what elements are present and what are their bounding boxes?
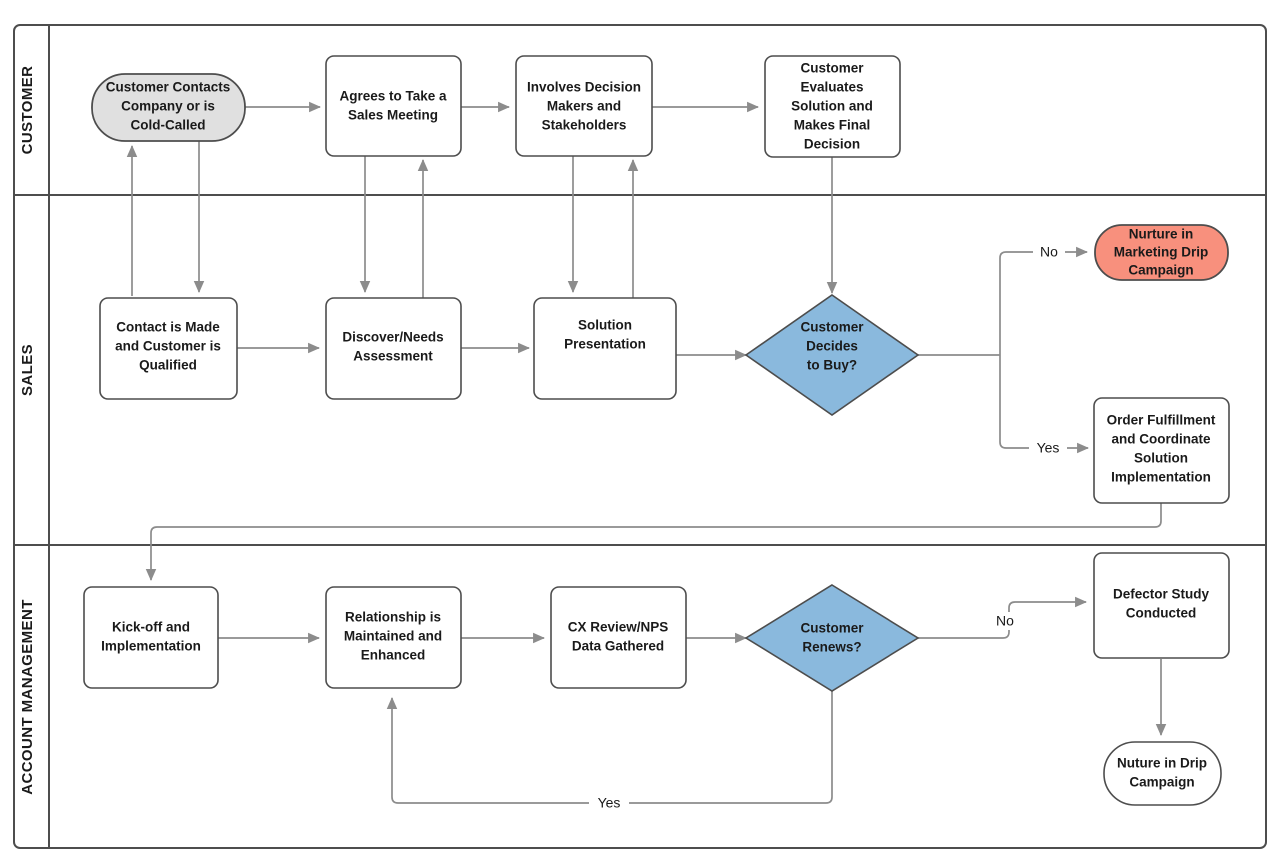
node-label-line-4: Makes Final bbox=[794, 118, 871, 133]
node-customer-evaluates-solution[interactable]: Customer Evaluates Solution and Makes Fi… bbox=[764, 55, 901, 158]
node-label-line-3: Cold-Called bbox=[130, 118, 205, 133]
node-label-line-2: and Coordinate bbox=[1111, 432, 1210, 447]
node-label-line-1: Order Fulfillment bbox=[1107, 413, 1216, 428]
swimlane-diagram-canvas: CUSTOMER SALES ACCOUNT MANAGEMENT No Yes… bbox=[13, 24, 1267, 849]
node-label-line-1: Customer Contacts bbox=[106, 80, 231, 95]
lane-label-customer: CUSTOMER bbox=[19, 66, 36, 155]
node-label-line-1: Nurture in bbox=[1129, 227, 1194, 242]
node-shape-terminal[interactable] bbox=[1103, 741, 1222, 806]
node-label-line-5: Decision bbox=[804, 137, 860, 152]
node-label-line-3: Solution bbox=[1134, 451, 1188, 466]
node-relationship-maintained-enhanced[interactable]: Relationship is Maintained and Enhanced bbox=[325, 586, 462, 689]
node-nuture-in-drip-campaign[interactable]: Nuture in Drip Campaign bbox=[1103, 741, 1222, 806]
edge-label-buy-no: No bbox=[1040, 244, 1058, 260]
node-label-line-1: Contact is Made bbox=[116, 320, 220, 335]
node-solution-presentation[interactable]: Solution Presentation bbox=[533, 297, 677, 400]
node-order-fulfillment-coordinate[interactable]: Order Fulfillment and Coordinate Solutio… bbox=[1093, 397, 1230, 504]
node-label-line-2: Campaign bbox=[1129, 775, 1194, 790]
node-label-line-3: Solution and bbox=[791, 99, 873, 114]
node-label-line-2: Sales Meeting bbox=[348, 108, 438, 123]
node-label-line-2: Conducted bbox=[1126, 606, 1197, 621]
swimlane-diagram: CUSTOMER SALES ACCOUNT MANAGEMENT No Yes… bbox=[0, 0, 1280, 858]
node-label-line-4: Implementation bbox=[1111, 470, 1211, 485]
node-label-line-2: Presentation bbox=[564, 337, 646, 352]
node-label-line-1: CX Review/NPS bbox=[568, 620, 669, 635]
node-label-line-2: Implementation bbox=[101, 639, 201, 654]
node-shape-process[interactable] bbox=[325, 55, 462, 157]
node-label-line-2: Renews? bbox=[802, 640, 861, 655]
node-label-line-1: Solution bbox=[578, 318, 632, 333]
node-cx-review-nps-data-gathered[interactable]: CX Review/NPS Data Gathered bbox=[550, 586, 687, 689]
edge-label-renew-yes: Yes bbox=[598, 795, 621, 811]
node-nurture-in-marketing-drip-campaign[interactable]: Nurture in Marketing Drip Campaign bbox=[1094, 224, 1229, 281]
node-label-line-2: Maintained and bbox=[344, 629, 442, 644]
node-label-line-2: Makers and bbox=[547, 99, 621, 114]
lane-label-sales: SALES bbox=[19, 344, 36, 396]
edge-label-buy-yes: Yes bbox=[1037, 440, 1060, 456]
node-shape-process[interactable] bbox=[83, 586, 219, 689]
node-label-line-2: Assessment bbox=[353, 349, 433, 364]
edge-label-renew-no: No bbox=[996, 613, 1014, 629]
node-label-line-1: Kick-off and bbox=[112, 620, 190, 635]
node-label-line-3: Enhanced bbox=[361, 648, 426, 663]
node-involves-decision-makers[interactable]: Involves Decision Makers and Stakeholder… bbox=[515, 55, 653, 157]
node-defector-study-conducted[interactable]: Defector Study Conducted bbox=[1093, 552, 1230, 659]
node-label-line-2: Evaluates bbox=[800, 80, 863, 95]
node-label-line-2: Company or is bbox=[121, 99, 215, 114]
node-customer-contacts-company[interactable]: Customer Contacts Company or is Cold-Cal… bbox=[91, 73, 246, 142]
node-label-line-1: Customer bbox=[800, 61, 864, 76]
lane-label-account-management: ACCOUNT MANAGEMENT bbox=[19, 599, 36, 795]
node-label-line-3: Campaign bbox=[1128, 263, 1193, 278]
node-label-line-1: Nuture in Drip bbox=[1117, 756, 1207, 771]
node-label-line-1: Customer bbox=[800, 320, 864, 335]
node-label-line-2: Data Gathered bbox=[572, 639, 664, 654]
node-label-line-1: Discover/Needs bbox=[342, 330, 443, 345]
node-label-line-3: Qualified bbox=[139, 358, 197, 373]
node-label-line-1: Customer bbox=[800, 621, 864, 636]
node-label-line-2: Marketing Drip bbox=[1114, 245, 1209, 260]
node-label-line-1: Involves Decision bbox=[527, 80, 641, 95]
node-label-line-2: and Customer is bbox=[115, 339, 221, 354]
node-label-line-3: Stakeholders bbox=[542, 118, 627, 133]
node-label-line-1: Agrees to Take a bbox=[339, 89, 447, 104]
node-label-line-1: Defector Study bbox=[1113, 587, 1210, 602]
node-contact-is-made-qualified[interactable]: Contact is Made and Customer is Qualifie… bbox=[99, 297, 238, 400]
node-kick-off-and-implementation[interactable]: Kick-off and Implementation bbox=[83, 586, 219, 689]
node-agrees-to-take-sales-meeting[interactable]: Agrees to Take a Sales Meeting bbox=[325, 55, 462, 157]
node-label-line-2: Decides bbox=[806, 339, 858, 354]
node-label-line-1: Relationship is bbox=[345, 610, 441, 625]
node-shape-process[interactable] bbox=[550, 586, 687, 689]
node-discover-needs-assessment[interactable]: Discover/Needs Assessment bbox=[325, 297, 462, 400]
node-label-line-3: to Buy? bbox=[807, 358, 857, 373]
